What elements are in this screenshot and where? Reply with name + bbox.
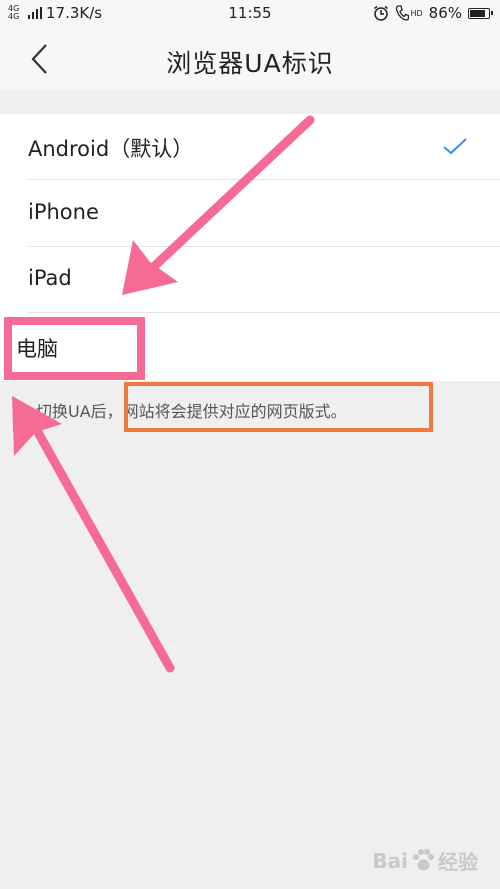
nav-bar: 浏览器UA标识 bbox=[0, 28, 500, 90]
ua-option-label: iPad bbox=[28, 266, 72, 290]
hd-tag: HD bbox=[410, 8, 423, 18]
ua-option-iphone[interactable]: iPhone bbox=[0, 181, 500, 247]
ua-options-list: Android（默认） iPhone iPad 电脑 bbox=[0, 114, 500, 381]
status-bar: 4G 4G 17.3K/s 11:55 HD 86% bbox=[0, 0, 500, 28]
status-right: HD 86% bbox=[373, 4, 493, 22]
page-title: 浏览器UA标识 bbox=[166, 49, 334, 78]
watermark-right: 经验 bbox=[438, 850, 478, 874]
annotation-arrow-lower bbox=[12, 396, 175, 673]
watermark-left: Bai bbox=[372, 848, 408, 873]
baidu-watermark: Bai 经验 bbox=[372, 846, 478, 875]
phone-icon bbox=[396, 5, 410, 21]
battery-percent: 86% bbox=[428, 4, 462, 22]
ua-option-label: 电脑 bbox=[16, 337, 58, 361]
check-icon bbox=[443, 138, 467, 155]
ua-option-ipad[interactable]: iPad bbox=[0, 247, 500, 313]
divider bbox=[28, 312, 500, 313]
ua-option-pc[interactable]: 电脑 bbox=[0, 314, 500, 380]
hint-text: 切换UA后，网站将会提供对应的网页版式。 bbox=[36, 402, 347, 421]
ua-option-label: iPhone bbox=[28, 200, 99, 224]
ua-option-label: Android（默认） bbox=[28, 137, 194, 161]
paw-icon bbox=[413, 848, 434, 870]
battery-icon bbox=[468, 7, 493, 19]
alarm-icon bbox=[374, 5, 389, 21]
divider bbox=[28, 179, 500, 180]
ua-option-android[interactable]: Android（默认） bbox=[0, 114, 500, 180]
